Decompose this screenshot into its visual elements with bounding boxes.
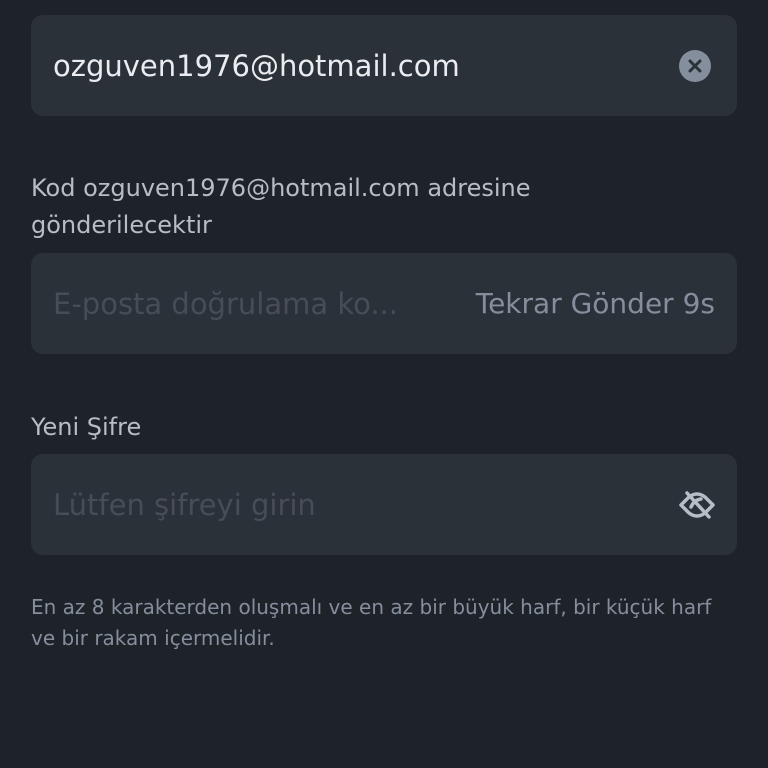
code-field-container[interactable]: Tekrar Gönder 9s <box>31 253 737 354</box>
reset-password-form: Kod ozguven1976@hotmail.com adresine gön… <box>0 0 768 768</box>
email-input[interactable] <box>53 48 679 83</box>
new-password-label: Yeni Şifre <box>31 413 142 441</box>
eye-off-icon[interactable] <box>677 485 717 525</box>
password-requirements-hint: En az 8 karakterden oluşmalı ve en az bi… <box>31 595 712 650</box>
verification-code-input[interactable] <box>53 286 464 321</box>
new-password-input[interactable] <box>53 487 677 522</box>
clear-circle-x-icon[interactable] <box>679 49 711 82</box>
resend-code-button[interactable]: Tekrar Gönder 9s <box>476 287 715 320</box>
password-field-container[interactable] <box>31 454 737 555</box>
code-label: Kod ozguven1976@hotmail.com adresine gön… <box>31 174 531 239</box>
email-field-container[interactable] <box>31 15 737 116</box>
